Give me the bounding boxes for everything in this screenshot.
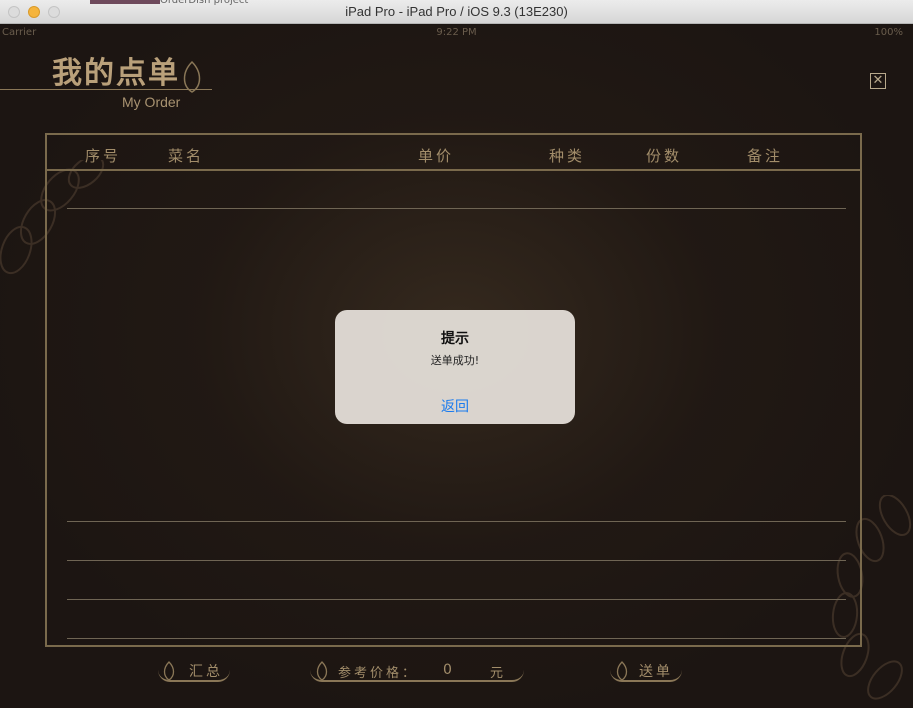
alert-dialog: 提示 送单成功! 返回 — [335, 310, 575, 424]
column-header-index: 序号 — [85, 147, 122, 165]
alert-title: 提示 — [441, 331, 469, 347]
table-row-divider — [67, 208, 846, 209]
column-header-quantity: 份数 — [646, 147, 683, 165]
column-header-price: 单价 — [418, 147, 455, 165]
column-header-note: 备注 — [747, 147, 784, 165]
close-icon[interactable]: ✕ — [870, 73, 886, 89]
table-row-divider — [67, 599, 846, 600]
summary-underline — [158, 670, 230, 682]
title-underline — [0, 89, 212, 90]
price-underline — [310, 670, 524, 682]
status-bar: Carrier 9:22 PM 100% — [0, 27, 913, 41]
alert-back-button[interactable]: 返回 — [335, 396, 575, 416]
page-title: 我的点单 — [52, 56, 180, 91]
table-row-divider — [67, 560, 846, 561]
table-row-divider — [67, 521, 846, 522]
column-header-category: 种类 — [549, 147, 586, 165]
window-title: iPad Pro - iPad Pro / iOS 9.3 (13E230) — [345, 4, 568, 19]
table-row-divider — [67, 638, 846, 639]
battery-label: 100% — [874, 27, 903, 38]
simulator-screen: Carrier 9:22 PM 100% ✕ 我的点单 My Order 序号 — [0, 25, 913, 708]
status-time: 9:22 PM — [436, 27, 477, 38]
alert-message: 送单成功! — [430, 354, 480, 367]
page-subtitle: My Order — [122, 94, 181, 110]
submit-underline — [610, 670, 682, 682]
column-header-dish: 菜名 — [168, 147, 205, 165]
table-header: 序号 菜名 单价 种类 份数 备注 — [47, 135, 860, 171]
window-titlebar: OrderDish project iPad Pro - iPad Pro / … — [0, 0, 913, 24]
